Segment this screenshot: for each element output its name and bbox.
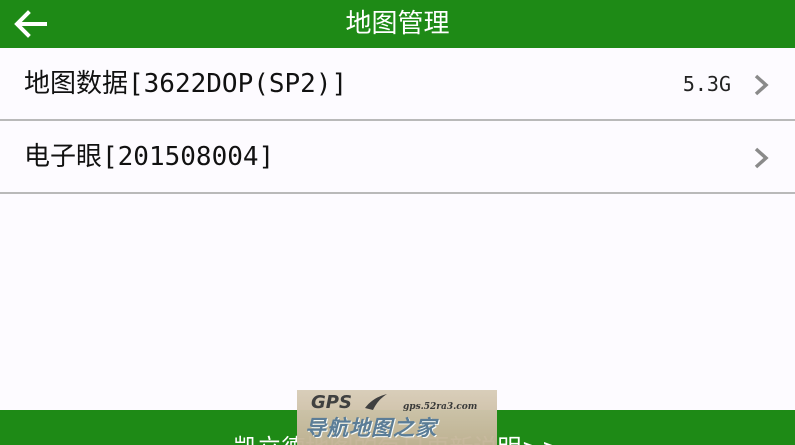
app-screen: 地图管理 地图数据[3622DOP(SP2)] 5.3G 电子眼[2015080… xyxy=(0,0,795,445)
page-title: 地图管理 xyxy=(345,9,450,39)
title-bar: 地图管理 xyxy=(0,0,795,48)
watermark-url: gps.52ra3.com xyxy=(403,402,478,412)
watermark-name: 导航地图之家 xyxy=(305,416,437,440)
map-data-size: 5.3G xyxy=(682,72,731,96)
chevron-right-icon xyxy=(754,147,769,169)
speed-camera-label: 电子眼[201508004] xyxy=(24,142,275,172)
speed-camera-row[interactable]: 电子眼[201508004] xyxy=(0,121,795,194)
watermark-gps-text: GPS xyxy=(311,392,352,413)
map-data-row[interactable]: 地图数据[3622DOP(SP2)] 5.3G xyxy=(0,48,795,121)
watermark-logo: GPS gps.52ra3.com 导航地图之家 xyxy=(297,390,497,445)
map-data-label: 地图数据[3622DOP(SP2)] xyxy=(24,69,348,99)
chevron-right-icon xyxy=(754,74,769,96)
swoosh-icon xyxy=(365,394,387,410)
map-list: 地图数据[3622DOP(SP2)] 5.3G 电子眼[201508004] xyxy=(0,48,795,194)
